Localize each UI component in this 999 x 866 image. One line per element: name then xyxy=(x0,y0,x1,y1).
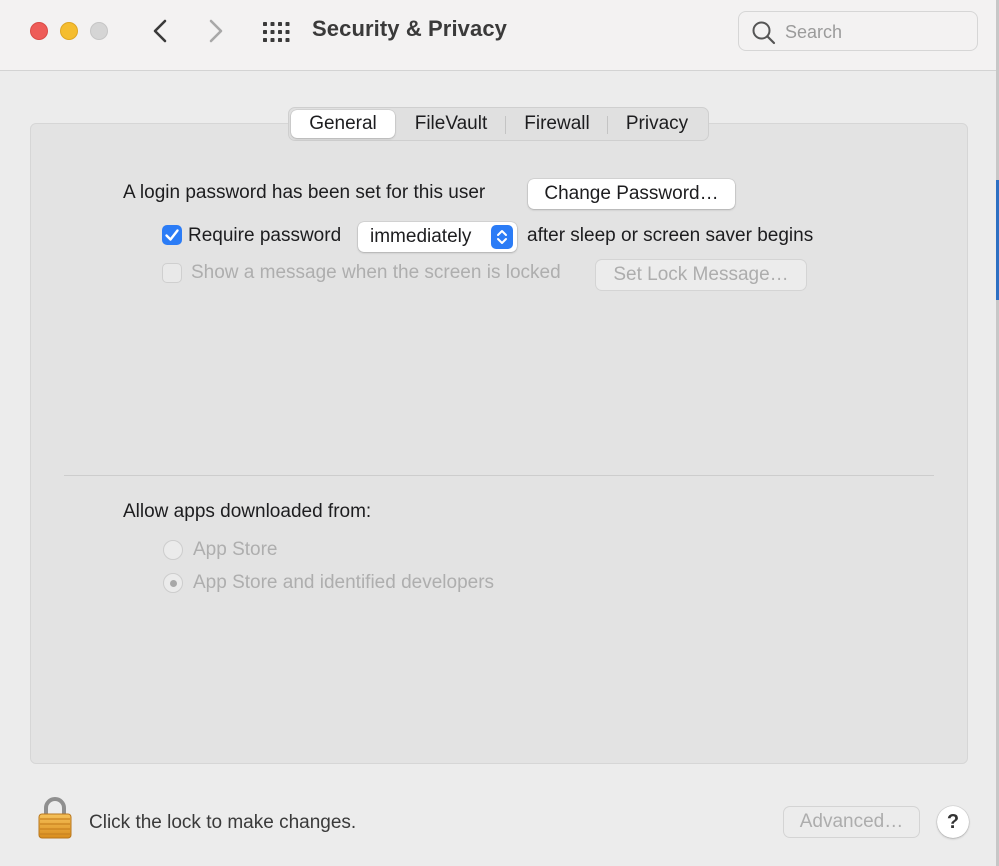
tab-general[interactable]: General xyxy=(291,110,395,138)
help-button[interactable]: ? xyxy=(937,806,969,838)
tab-firewall[interactable]: Firewall xyxy=(507,110,607,138)
require-password-label: Require password xyxy=(188,225,342,246)
lock-hint-text: Click the lock to make changes. xyxy=(89,812,357,833)
tab-filevault[interactable]: FileVault xyxy=(399,110,503,138)
require-password-suffix: after sleep or screen saver begins xyxy=(527,225,814,246)
section-divider xyxy=(64,475,934,476)
login-password-label: A login password has been set for this u… xyxy=(123,182,486,203)
close-button[interactable] xyxy=(30,22,48,40)
checkmark-icon xyxy=(165,229,179,241)
security-privacy-window: Security & Privacy General FileVault Fir… xyxy=(0,0,999,866)
radio-app-store-identified-label: App Store and identified developers xyxy=(193,572,495,593)
search-input[interactable] xyxy=(783,18,972,46)
radio-selected-dot xyxy=(170,580,177,587)
search-icon xyxy=(752,21,776,45)
general-panel xyxy=(30,123,968,764)
require-password-checkbox[interactable] xyxy=(162,225,182,245)
show-message-label: Show a message when the screen is locked xyxy=(191,262,561,283)
radio-app-store-identified[interactable] xyxy=(163,573,183,593)
zoom-button[interactable] xyxy=(90,22,108,40)
chevron-left-icon[interactable] xyxy=(146,16,176,46)
chevron-right-icon[interactable] xyxy=(200,16,230,46)
tab-bar: General FileVault Firewall Privacy xyxy=(288,107,709,141)
set-lock-message-button[interactable]: Set Lock Message… xyxy=(596,260,806,290)
radio-app-store-label: App Store xyxy=(193,539,278,560)
grid-icon[interactable] xyxy=(262,21,292,43)
updown-chevron-icon xyxy=(491,225,513,249)
advanced-button[interactable]: Advanced… xyxy=(784,807,919,837)
select-value: immediately xyxy=(370,226,472,247)
toolbar: Security & Privacy xyxy=(0,0,999,71)
window-title: Security & Privacy xyxy=(312,16,508,41)
change-password-button[interactable]: Change Password… xyxy=(528,179,735,209)
require-password-delay-select[interactable]: immediately xyxy=(358,222,517,252)
tab-privacy[interactable]: Privacy xyxy=(609,110,705,138)
radio-app-store[interactable] xyxy=(163,540,183,560)
allow-apps-label: Allow apps downloaded from: xyxy=(123,501,372,522)
tab-divider xyxy=(607,116,608,134)
tab-divider xyxy=(505,116,506,134)
minimize-button[interactable] xyxy=(60,22,78,40)
lock-icon[interactable] xyxy=(36,796,74,840)
search-field[interactable] xyxy=(738,11,978,51)
show-message-checkbox[interactable] xyxy=(162,263,182,283)
